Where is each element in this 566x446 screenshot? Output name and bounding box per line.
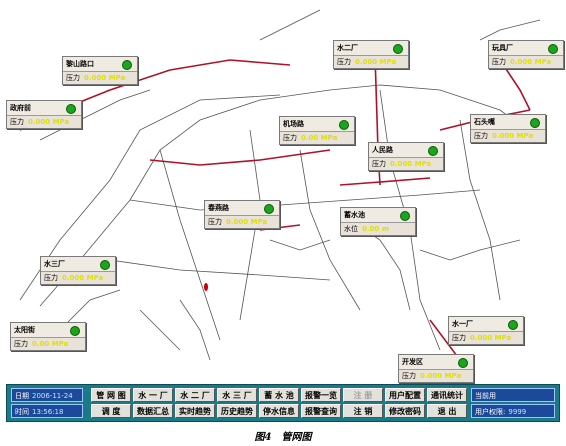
station-label: 压力 [208, 218, 222, 226]
valve-marker [204, 283, 208, 291]
station-value: 0.000 MPa [84, 74, 126, 82]
btn-data-summary[interactable]: 数据汇总 [133, 404, 173, 418]
btn-alarm-list[interactable]: 报警一览 [301, 388, 341, 402]
station-value: 0.00 MPa [32, 340, 69, 348]
current-user-display: 当前用户:administrator [471, 388, 555, 414]
btn-realtime-trend[interactable]: 实时趋势 [175, 404, 215, 418]
station-value: 0.000 MPa [62, 274, 104, 282]
btn-comm-stats[interactable]: 通讯统计 [427, 388, 467, 402]
station-label: 压力 [337, 58, 351, 66]
station-name: 太阳街 [14, 326, 35, 334]
station-shui2[interactable]: 水二厂 压力 0.000 MPa [333, 40, 409, 69]
station-label: 压力 [474, 132, 488, 140]
station-label: 压力 [402, 372, 416, 380]
station-label: 压力 [492, 58, 506, 66]
station-chunyan[interactable]: 春燕路 压力 0.000 MPa [204, 200, 280, 229]
station-lishan[interactable]: 黎山路口 压力 0.000 MPa [62, 56, 138, 85]
station-shitou[interactable]: 石头嘴 压力 0.000 MPa [470, 114, 546, 143]
time-display: 时间 13:56:18 [11, 404, 83, 418]
station-name: 春燕路 [208, 204, 229, 212]
btn-exit[interactable]: 退 出 [427, 404, 467, 418]
station-name: 开发区 [402, 358, 423, 366]
btn-user-config[interactable]: 用户配置 [385, 388, 425, 402]
station-label: 压力 [14, 340, 28, 348]
status-dot-icon [339, 120, 349, 130]
status-dot-icon [70, 326, 80, 336]
station-value: 0.00 MPa [301, 134, 338, 142]
status-dot-icon [400, 211, 410, 221]
station-renmin[interactable]: 人民路 压力 0.000 MPa [368, 142, 444, 171]
btn-history-trend[interactable]: 历史趋势 [217, 404, 257, 418]
btn-dispatch[interactable]: 调 度 [91, 404, 131, 418]
station-name: 机场路 [283, 120, 304, 128]
station-value: 0.000 MPa [510, 58, 552, 66]
status-dot-icon [66, 104, 76, 114]
station-label: 压力 [44, 274, 58, 282]
station-name: 玩具厂 [492, 44, 513, 52]
btn-pipe-map[interactable]: 管 网 图 [91, 388, 131, 402]
time-label: 时间 [15, 408, 29, 416]
status-dot-icon [393, 44, 403, 54]
time-value: 13:56:18 [32, 408, 64, 416]
station-name: 水二厂 [337, 44, 358, 52]
date-value: 2006-11-24 [32, 392, 73, 400]
station-label: 压力 [283, 134, 297, 142]
status-dot-icon [122, 60, 132, 70]
btn-plant-1[interactable]: 水 一 厂 [133, 388, 173, 402]
date-label: 日期 [15, 392, 29, 400]
station-value: 0.00 m [362, 225, 390, 233]
station-label: 水位 [344, 225, 358, 233]
station-label: 压力 [66, 74, 80, 82]
station-name: 水三厂 [44, 260, 65, 268]
station-xushui[interactable]: 蓄水池 水位 0.00 m [340, 207, 416, 236]
station-name: 黎山路口 [66, 60, 94, 68]
station-value: 0.000 MPa [390, 160, 432, 168]
btn-change-password[interactable]: 修改密码 [385, 404, 425, 418]
status-dot-icon [530, 118, 540, 128]
btn-register[interactable]: 注 册 [343, 388, 383, 402]
station-value: 0.000 MPa [470, 334, 512, 342]
status-dot-icon [100, 260, 110, 270]
date-display: 日期 2006-11-24 [11, 388, 83, 402]
station-name: 政府前 [10, 104, 31, 112]
station-zhengfu[interactable]: 政府前 压力 0.000 MPa [6, 100, 82, 129]
status-dot-icon [508, 320, 518, 330]
status-dot-icon [428, 146, 438, 156]
permission-value: 9999 [508, 408, 527, 416]
station-value: 0.000 MPa [28, 118, 70, 126]
station-name: 石头嘴 [474, 118, 495, 126]
status-dot-icon [458, 358, 468, 368]
status-dot-icon [264, 204, 274, 214]
station-label: 压力 [372, 160, 386, 168]
station-value: 0.000 MPa [492, 132, 534, 140]
station-label: 压力 [452, 334, 466, 342]
permission-label: 用户权限: [475, 408, 506, 416]
station-value: 0.000 MPa [226, 218, 268, 226]
station-jichang[interactable]: 机场路 压力 0.00 MPa [279, 116, 355, 145]
station-value: 0.000 MPa [420, 372, 462, 380]
btn-outage-info[interactable]: 停水信息 [259, 404, 299, 418]
btn-logout[interactable]: 注 销 [343, 404, 383, 418]
station-name: 蓄水池 [344, 211, 365, 219]
station-name: 人民路 [372, 146, 393, 154]
control-panel: 日期 2006-11-24 时间 13:56:18 管 网 图 水 一 厂 水 二 … [6, 384, 560, 422]
station-kaifa[interactable]: 开发区 压力 0.000 MPa [398, 354, 474, 383]
btn-alarm-query[interactable]: 报警查询 [301, 404, 341, 418]
user-permission-display: 用户权限: 9999 [471, 404, 555, 418]
btn-plant-2[interactable]: 水 二 厂 [175, 388, 215, 402]
station-shui3[interactable]: 水三厂 压力 0.000 MPa [40, 256, 116, 285]
figure-caption: 图4 管网图 [254, 432, 312, 443]
station-label: 压力 [10, 118, 24, 126]
btn-plant-3[interactable]: 水 三 厂 [217, 388, 257, 402]
status-dot-icon [548, 44, 558, 54]
station-taiyang[interactable]: 太阳街 压力 0.00 MPa [10, 322, 86, 351]
station-name: 水一厂 [452, 320, 473, 328]
station-shui1[interactable]: 水一厂 压力 0.000 MPa [448, 316, 524, 345]
btn-reservoir[interactable]: 蓄 水 池 [259, 388, 299, 402]
station-value: 0.000 MPa [355, 58, 397, 66]
station-wanju[interactable]: 玩具厂 压力 0.000 MPa [488, 40, 564, 69]
